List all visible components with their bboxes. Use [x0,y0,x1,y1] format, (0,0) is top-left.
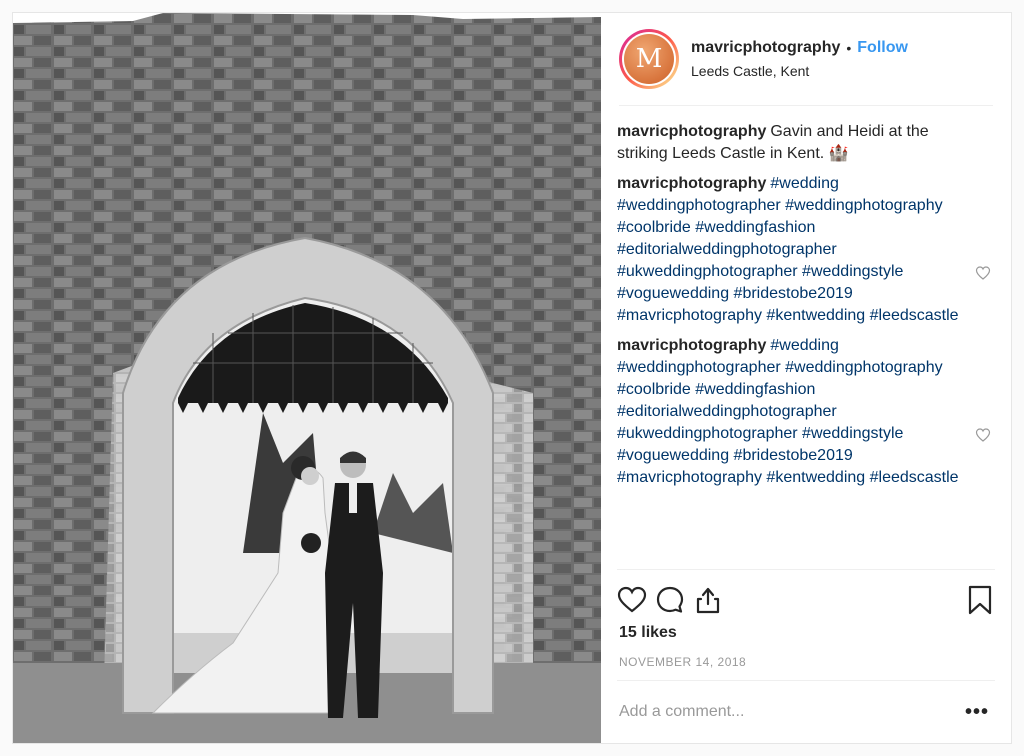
wedding-photo-illustration [13,13,601,743]
hashtag-link[interactable]: #weddingfashion [695,381,815,398]
post-date[interactable]: NOVEMBER 14, 2018 [619,655,746,669]
post-sidebar: M mavricphotography • Follow Leeds Castl… [601,13,1011,743]
post-photo[interactable] [13,13,601,743]
hashtag-link[interactable]: #voguewedding [617,447,729,464]
hashtag-link[interactable]: #editorialweddingphotographer [617,241,837,258]
hashtag-link[interactable]: #leedscastle [870,307,959,324]
hashtag-link[interactable]: #weddingphotography [785,359,942,376]
comment-item: mavricphotography Gavin and Heidi at the … [617,121,995,165]
hashtag-link[interactable]: #mavricphotography [617,307,762,324]
hashtag-link[interactable]: #kentwedding [766,469,865,486]
hashtag-link[interactable]: #wedding [770,175,839,192]
comments-list[interactable]: mavricphotography Gavin and Heidi at the … [617,105,995,563]
hashtag-link[interactable]: #mavricphotography [617,469,762,486]
hashtag-link[interactable]: #weddingstyle [802,263,903,280]
hashtag-link[interactable]: #coolbride [617,219,691,236]
header-username[interactable]: mavricphotography [691,39,840,57]
comment-username[interactable]: mavricphotography [617,337,766,354]
bookmark-icon[interactable] [965,585,995,615]
hashtag-link[interactable]: #leedscastle [870,469,959,486]
follow-button[interactable]: Follow [857,39,908,57]
hashtag-link[interactable]: #coolbride [617,381,691,398]
add-comment-bar: ••• [617,680,995,743]
comment-like-heart-icon[interactable] [975,265,991,281]
location-link[interactable]: Leeds Castle, Kent [691,63,908,79]
avatar[interactable]: M [619,29,679,89]
comment-like-heart-icon[interactable] [975,427,991,443]
hashtag-link[interactable]: #bridestobe2019 [734,447,853,464]
hashtag-link[interactable]: #kentwedding [766,307,865,324]
hashtag-link[interactable]: #ukweddingphotographer [617,263,798,280]
comment-item: mavricphotography #wedding #weddingphotog… [617,335,995,489]
hashtag-link[interactable]: #ukweddingphotographer [617,425,798,442]
likes-count[interactable]: 15 likes [619,624,677,642]
hashtag-link[interactable]: #weddingphotography [785,197,942,214]
hashtag-link[interactable]: #bridestobe2019 [734,285,853,302]
hashtag-link[interactable]: #weddingphotographer [617,359,781,376]
instagram-post: M mavricphotography • Follow Leeds Castl… [12,12,1012,744]
hashtag-link[interactable]: #wedding [770,337,839,354]
share-icon[interactable] [693,585,723,615]
comment-username[interactable]: mavricphotography [617,123,766,140]
comment-input[interactable] [617,703,959,721]
more-options-button[interactable]: ••• [959,701,995,724]
avatar-logo: M [624,34,674,84]
comment-icon[interactable] [655,585,685,615]
hashtag-link[interactable]: #editorialweddingphotographer [617,403,837,420]
action-bar [617,569,995,620]
hashtag-link[interactable]: #weddingstyle [802,425,903,442]
post-header: M mavricphotography • Follow Leeds Castl… [619,13,993,106]
hashtag-link[interactable]: #voguewedding [617,285,729,302]
hashtag-link[interactable]: #weddingfashion [695,219,815,236]
hashtag-link[interactable]: #weddingphotographer [617,197,781,214]
header-separator: • [846,40,852,56]
heart-icon[interactable] [617,585,647,615]
comment-username[interactable]: mavricphotography [617,175,766,192]
comment-item: mavricphotography #wedding #weddingphotog… [617,173,995,327]
